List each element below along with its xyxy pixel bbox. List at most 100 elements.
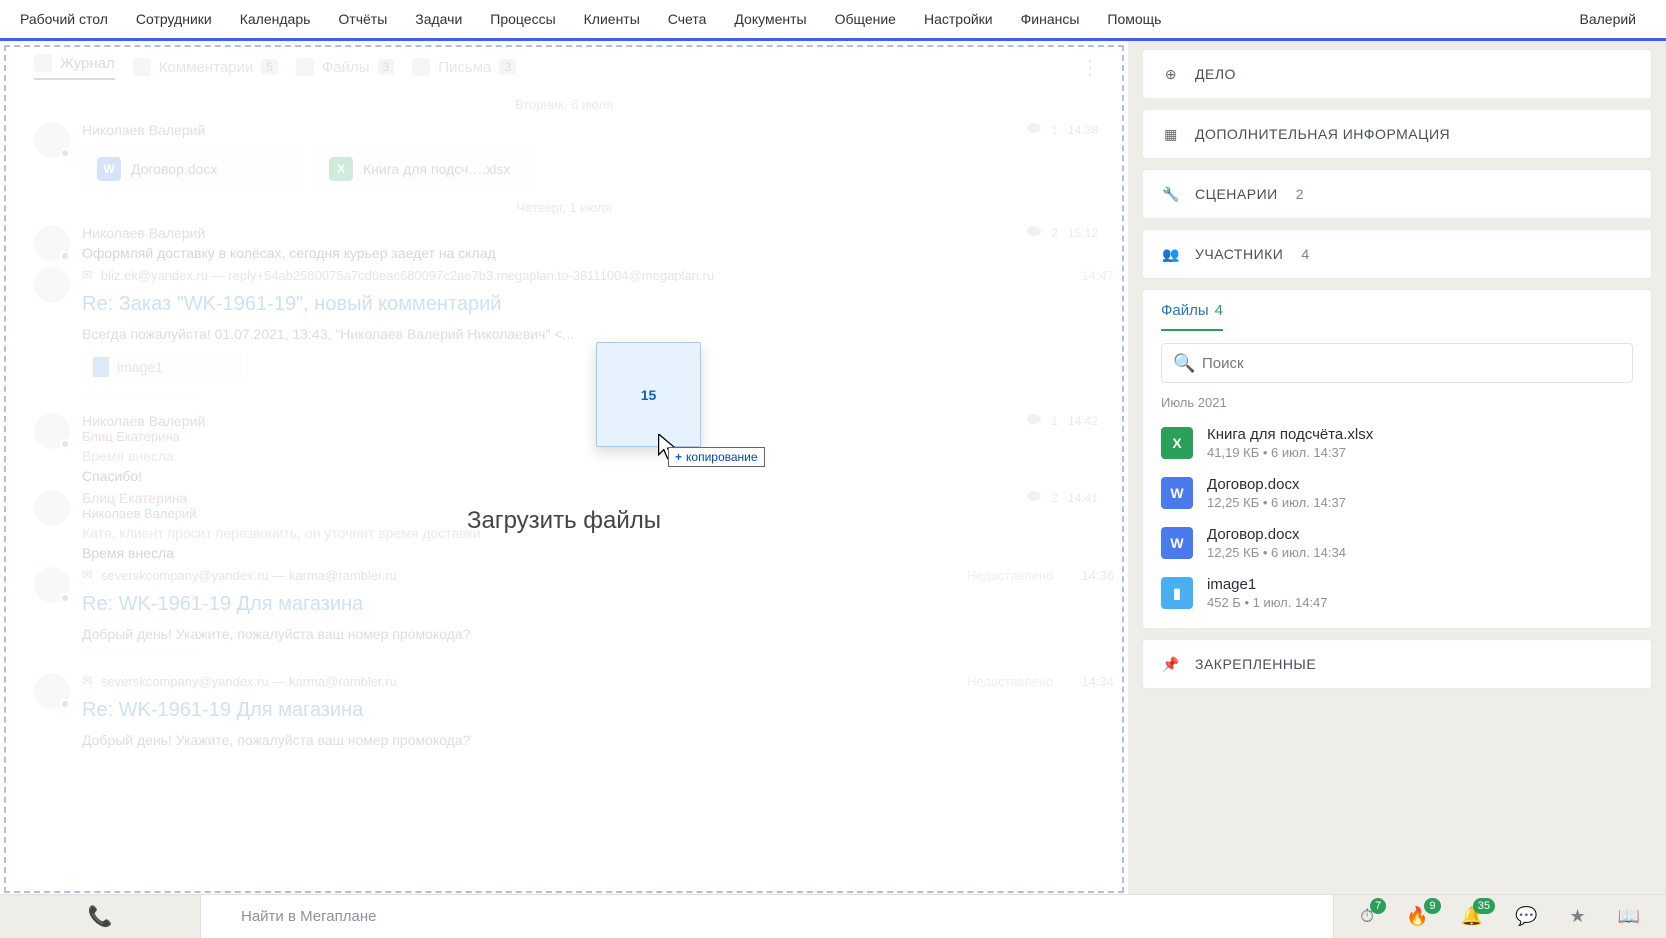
- author-name[interactable]: Блиц Екатерина: [82, 490, 187, 506]
- attachment-chip[interactable]: XКнига для подсч….xlsx: [314, 148, 534, 190]
- nav-processes[interactable]: Процессы: [490, 11, 555, 27]
- case-card[interactable]: ⊕ ДЕЛО: [1142, 49, 1652, 99]
- date-separator: Четверг, 1 июля: [14, 200, 1114, 215]
- file-meta: 452 Б • 1 июл. 14:47: [1207, 595, 1328, 610]
- views-icon: [1027, 414, 1041, 424]
- author-name[interactable]: Николаев Валерий: [82, 122, 205, 138]
- scenarios-label: СЦЕНАРИИ: [1195, 186, 1278, 202]
- files-search: 🔍: [1161, 343, 1633, 383]
- views-icon: [1027, 491, 1041, 501]
- nav-help[interactable]: Помощь: [1107, 11, 1161, 27]
- current-user[interactable]: Валерий: [1579, 11, 1636, 27]
- nav-clients[interactable]: Клиенты: [584, 11, 640, 27]
- files-search-input[interactable]: [1161, 343, 1633, 383]
- tab-comments[interactable]: Комментарии5: [133, 58, 278, 76]
- tab-letters[interactable]: Письма3: [412, 58, 516, 76]
- nav-desktop[interactable]: Рабочий стол: [20, 11, 108, 27]
- message-row: Николаев Валерий 215:12 Оформляй доставк…: [14, 225, 1114, 261]
- nav-accounts[interactable]: Счета: [668, 11, 707, 27]
- journal-tabs: Журнал Комментарии5 Файлы3 Письма3 ⋮: [14, 47, 1114, 87]
- msg-time: 15:12: [1068, 226, 1098, 240]
- pinned-card[interactable]: 📌ЗАКРЕПЛЕННЫЕ: [1142, 639, 1652, 689]
- file-item[interactable]: W Договор.docx12,25 КБ • 6 июл. 14:37: [1143, 468, 1651, 518]
- nav-chat[interactable]: Общение: [835, 11, 896, 27]
- views-count: 1: [1051, 123, 1058, 137]
- files-tab-count: 4: [1215, 302, 1223, 319]
- nav-employees[interactable]: Сотрудники: [136, 11, 212, 27]
- tab-files[interactable]: Файлы3: [296, 58, 394, 76]
- avatar[interactable]: [34, 567, 70, 603]
- attachment-chip[interactable]: WДоговор.docx: [82, 148, 302, 190]
- avatar[interactable]: [34, 490, 70, 526]
- msg-time: 14:38: [1068, 123, 1098, 137]
- reply-to: Блиц Екатерина: [82, 429, 1114, 444]
- email-icon: ✉: [82, 673, 93, 689]
- nav-documents[interactable]: Документы: [734, 11, 806, 27]
- avatar[interactable]: [34, 413, 70, 449]
- nav-calendar[interactable]: Календарь: [240, 11, 311, 27]
- file-name: Книга для подсчёта.xlsx: [1207, 426, 1373, 443]
- nav-reports[interactable]: Отчёты: [338, 11, 387, 27]
- views-count: 2: [1051, 491, 1058, 505]
- nav-tasks[interactable]: Задачи: [415, 11, 462, 27]
- views-icon: [1027, 226, 1041, 236]
- avatar[interactable]: [34, 673, 70, 709]
- author-name[interactable]: Николаев Валерий: [82, 413, 205, 429]
- tab-journal[interactable]: Журнал: [34, 54, 115, 80]
- nav-finance[interactable]: Финансы: [1021, 11, 1080, 27]
- favorites-button[interactable]: ★: [1569, 906, 1585, 927]
- email-time: 14:34: [1081, 674, 1114, 689]
- email-time: 14:47: [1081, 268, 1114, 283]
- file-item[interactable]: W Договор.docx12,25 КБ • 6 июл. 14:34: [1143, 518, 1651, 568]
- hot-button[interactable]: 🔥9: [1406, 906, 1428, 927]
- file-item[interactable]: ▮ image1452 Б • 1 июл. 14:47: [1143, 568, 1651, 618]
- scenarios-card[interactable]: 🔧СЦЕНАРИИ2: [1142, 169, 1652, 219]
- hot-badge: 9: [1424, 898, 1440, 914]
- library-button[interactable]: 📖: [1618, 906, 1640, 927]
- global-search[interactable]: Найти в Мегаплане: [200, 895, 1334, 938]
- email-body: Добрый день! Укажите, пожалуйста ваш ном…: [82, 626, 1114, 642]
- case-label: ДЕЛО: [1195, 66, 1236, 82]
- email-subject[interactable]: Re: WK-1961-19 Для магазина: [82, 593, 1114, 616]
- alerts-button[interactable]: ⏱7: [1360, 906, 1374, 927]
- online-dot-icon: [60, 593, 70, 603]
- online-dot-icon: [60, 699, 70, 709]
- email-from: severskcompany@yandex.ru — karma@rambler…: [101, 674, 397, 689]
- author-name[interactable]: Николаев Валерий: [82, 225, 205, 241]
- email-from: severskcompany@yandex.ru — karma@rambler…: [101, 568, 397, 583]
- people-icon: 👥: [1161, 244, 1181, 264]
- participants-card[interactable]: 👥УЧАСТНИКИ4: [1142, 229, 1652, 279]
- excel-file-icon: X: [329, 157, 353, 181]
- phone-button[interactable]: 📞: [0, 904, 200, 929]
- email-time: 14:36: [1081, 568, 1114, 583]
- email-subject[interactable]: Re: Заказ "WK-1961-19", новый комментари…: [82, 293, 1114, 316]
- date-separator: Вторник, 6 июля: [14, 97, 1114, 112]
- extra-info-card[interactable]: ▦ДОПОЛНИТЕЛЬНАЯ ИНФОРМАЦИЯ: [1142, 109, 1652, 159]
- online-dot-icon: [60, 148, 70, 158]
- message-row: ✉bliz.ek@yandex.ru — reply+54ab2580075a7…: [14, 267, 1114, 407]
- email-attachment[interactable]: image1: [82, 352, 242, 382]
- msg-time: 14:41: [1068, 491, 1098, 505]
- email-subject[interactable]: Re: WK-1961-19 Для магазина: [82, 699, 1114, 722]
- side-panel: ⊕ ДЕЛО ▦ДОПОЛНИТЕЛЬНАЯ ИНФОРМАЦИЯ 🔧СЦЕНАР…: [1128, 41, 1666, 897]
- file-name: Договор.docx: [1207, 476, 1346, 493]
- avatar[interactable]: [34, 267, 70, 303]
- more-menu-icon[interactable]: ⋮: [1080, 55, 1100, 80]
- journal-panel: Журнал Комментарии5 Файлы3 Письма3 ⋮ Вто…: [0, 41, 1128, 897]
- word-file-icon: W: [1161, 477, 1193, 509]
- plus-circle-icon: ⊕: [1161, 64, 1181, 84]
- tab-files-label: Файлы: [322, 59, 370, 76]
- file-item[interactable]: X Книга для подсчёта.xlsx41,19 КБ • 6 ию…: [1143, 418, 1651, 468]
- chat-button[interactable]: 💬: [1515, 906, 1537, 927]
- excel-file-icon: X: [1161, 427, 1193, 459]
- extra-info-label: ДОПОЛНИТЕЛЬНАЯ ИНФОРМАЦИЯ: [1195, 126, 1450, 142]
- divider: [82, 394, 202, 395]
- journal-icon: [34, 54, 52, 72]
- files-tab[interactable]: Файлы4: [1161, 302, 1223, 331]
- notifications-button[interactable]: 🔔35: [1461, 906, 1483, 927]
- search-icon: 🔍: [1173, 353, 1195, 374]
- nav-settings[interactable]: Настройки: [924, 11, 993, 27]
- book-icon: 📖: [1618, 906, 1640, 926]
- avatar[interactable]: [34, 225, 70, 261]
- avatar[interactable]: [34, 122, 70, 158]
